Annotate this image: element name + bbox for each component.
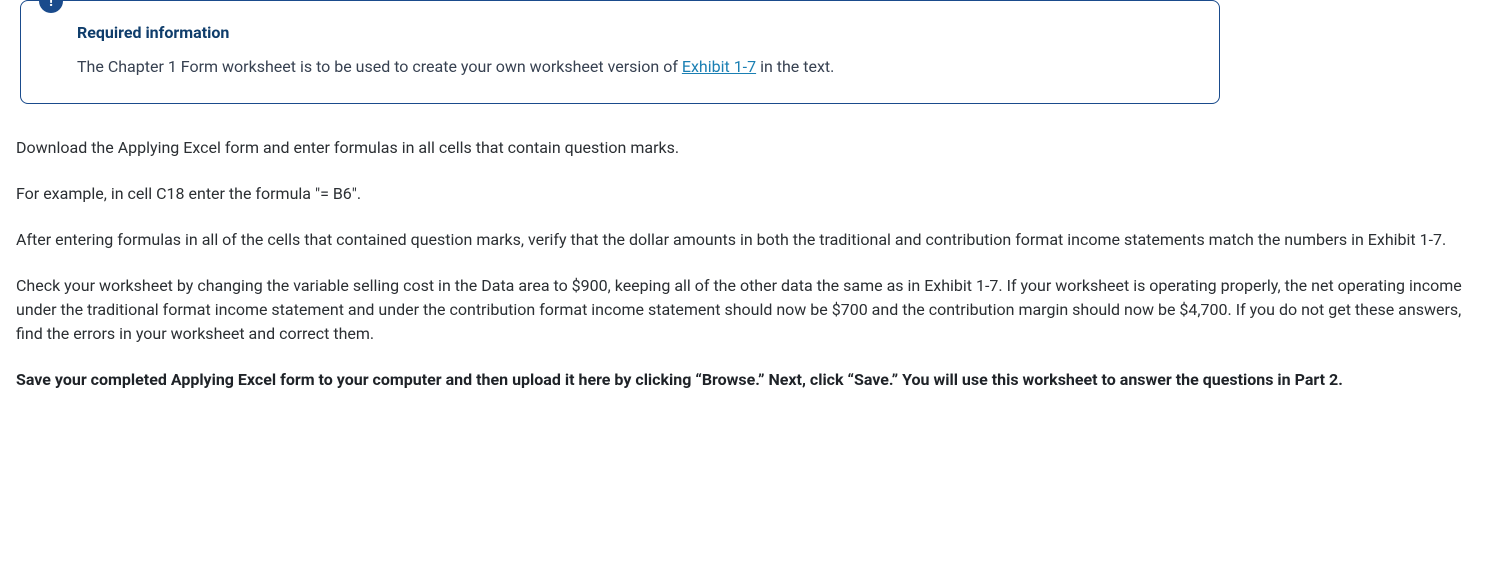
alert-icon: !	[39, 0, 63, 13]
required-info-body: The Chapter 1 Form worksheet is to be us…	[77, 55, 1195, 79]
alert-icon-glyph: !	[49, 0, 53, 9]
info-body-post: in the text.	[756, 57, 834, 76]
info-body-pre: The Chapter 1 Form worksheet is to be us…	[77, 57, 682, 76]
instruction-paragraph: After entering formulas in all of the ce…	[16, 228, 1491, 252]
required-info-box: ! Required information The Chapter 1 For…	[20, 0, 1220, 104]
exhibit-link[interactable]: Exhibit 1-7	[682, 57, 756, 76]
instruction-paragraph: Download the Applying Excel form and ent…	[16, 136, 1491, 160]
required-info-title: Required information	[77, 21, 1195, 45]
instructions-content: Download the Applying Excel form and ent…	[16, 136, 1491, 392]
instruction-paragraph: Check your worksheet by changing the var…	[16, 274, 1491, 346]
instruction-paragraph-bold: Save your completed Applying Excel form …	[16, 368, 1491, 392]
instruction-paragraph: For example, in cell C18 enter the formu…	[16, 182, 1491, 206]
